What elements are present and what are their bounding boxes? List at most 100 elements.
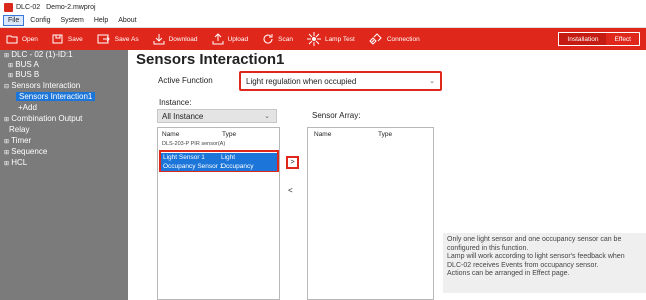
row-type: Occupancy <box>221 163 254 170</box>
download-button[interactable]: Download <box>153 33 198 45</box>
sidebar-tree: ⊞ DLC - 02 (1)-ID:1 ⊞ BUS A ⊞ BUS B ⊟ Se… <box>0 50 128 300</box>
menu-help[interactable]: Help <box>90 16 112 25</box>
effect-mode-button[interactable]: Effect <box>606 33 639 45</box>
info-line: Actions can be arranged in Effect page. <box>447 270 570 278</box>
installation-mode-button[interactable]: Installation <box>559 33 607 45</box>
tree-item-label: +Add <box>18 103 37 112</box>
project-name: Demo-2.mwproj <box>46 3 96 11</box>
active-function-select[interactable]: Light regulation when occupied ⌄ <box>239 71 442 91</box>
link-icon <box>369 33 382 45</box>
sensor-array-label: Sensor Array: <box>312 111 361 120</box>
toolbar: Open Save Save As Download Upload Scan L… <box>0 28 646 50</box>
info-text-box: Only one light sensor and one occupancy … <box>443 233 646 293</box>
tree-item-label: Relay <box>9 125 30 134</box>
tree-item-label: Combination Output <box>11 114 83 123</box>
tree-item-hcl[interactable]: ⊞ HCL <box>4 158 27 167</box>
chevron-down-icon: ⌄ <box>429 78 435 85</box>
instance-label: Instance: <box>159 98 192 107</box>
save-as-button-label: Save As <box>114 35 139 43</box>
open-button-label: Open <box>22 35 38 43</box>
menu-config[interactable]: Config <box>26 16 54 25</box>
expand-icon[interactable]: ⊞ <box>4 138 9 145</box>
tree-item-label: BUS B <box>15 70 40 79</box>
column-header-type: Type <box>222 131 237 138</box>
scan-icon <box>263 34 273 44</box>
selected-rows-highlight: Light Sensor 1 Light Occupancy Sensor 1 … <box>159 150 279 172</box>
column-header-name: Name <box>314 131 332 138</box>
tree-item-sensors-interaction[interactable]: ⊟ Sensors Interaction <box>4 81 80 90</box>
tree-item-combination-output[interactable]: ⊞ Combination Output <box>4 114 82 123</box>
list-item[interactable]: Occupancy Sensor 1 Occupancy <box>161 162 277 171</box>
tree-item-bus-a[interactable]: ⊞ BUS A <box>8 60 39 69</box>
download-icon <box>153 34 165 45</box>
info-line: DLC-02 receives Events from occupancy se… <box>447 261 599 269</box>
upload-button-label: Upload <box>227 35 249 43</box>
row-type: Light <box>221 154 236 161</box>
active-function-value: Light regulation when occupied <box>246 77 357 86</box>
expand-icon[interactable]: ⊞ <box>4 52 9 59</box>
tree-item-relay[interactable]: Relay <box>9 125 29 134</box>
window-title: DLC-02 <box>16 3 41 11</box>
open-button[interactable]: Open <box>6 34 38 44</box>
scan-button-label: Scan <box>278 35 293 43</box>
mode-toggle: Installation Effect <box>558 32 640 46</box>
active-function-label: Active Function <box>158 76 213 85</box>
row-name: Light Sensor 1 <box>163 154 205 161</box>
instance-group-label: DLS-203-P PIR sensor(A) <box>162 141 226 147</box>
tree-item-label: Sensors Interaction <box>11 81 81 90</box>
tree-item-label: Sequence <box>11 147 48 156</box>
chevron-down-icon: ⌄ <box>264 113 270 120</box>
upload-icon <box>212 33 224 45</box>
sensor-array-list[interactable]: Name Type <box>307 127 434 300</box>
expand-icon[interactable]: ⊞ <box>4 116 9 123</box>
tree-item-label: HCL <box>11 158 28 167</box>
tree-item-timer[interactable]: ⊞ Timer <box>4 136 31 145</box>
info-line: Lamp will work according to light sensor… <box>447 253 625 261</box>
expand-icon[interactable]: ⊞ <box>4 149 9 156</box>
tree-item-bus-b[interactable]: ⊞ BUS B <box>8 70 39 79</box>
move-left-button[interactable]: < <box>288 186 293 195</box>
column-header-name: Name <box>162 131 180 138</box>
tree-item-label: Sensors Interaction1 <box>19 92 93 101</box>
folder-icon <box>6 35 18 44</box>
page-title: Sensors Interaction1 <box>136 51 285 68</box>
instance-select-value: All Instance <box>162 112 204 121</box>
app-logo-icon <box>4 2 13 12</box>
tree-item-device[interactable]: ⊞ DLC - 02 (1)-ID:1 <box>4 50 73 59</box>
instance-list[interactable]: Name Type DLS-203-P PIR sensor(A) Light … <box>157 127 280 300</box>
instance-select[interactable]: All Instance ⌄ <box>157 109 277 123</box>
save-as-button[interactable]: Save As <box>97 34 139 44</box>
tree-item-label: BUS A <box>15 60 39 69</box>
tree-item-label: DLC - 02 (1)-ID:1 <box>11 50 73 59</box>
info-line: configured in this function. <box>447 244 529 252</box>
menu-about[interactable]: About <box>114 16 140 25</box>
lamp-test-button[interactable]: Lamp Test <box>306 32 355 46</box>
tree-item-add[interactable]: +Add <box>18 103 37 112</box>
expand-icon[interactable]: ⊞ <box>8 62 13 69</box>
scan-button[interactable]: Scan <box>262 33 293 45</box>
connection-button-label: Connection <box>386 35 420 43</box>
save-button-label: Save <box>67 35 83 43</box>
list-item[interactable]: Light Sensor 1 Light <box>161 153 277 162</box>
upload-button[interactable]: Upload <box>212 33 249 45</box>
title-bar: DLC-02 Demo-2.mwproj <box>0 0 646 14</box>
row-name: Occupancy Sensor 1 <box>163 163 224 170</box>
expand-icon[interactable]: ⊞ <box>4 160 9 167</box>
menu-system[interactable]: System <box>57 16 88 25</box>
move-right-button[interactable]: > <box>286 156 299 169</box>
menu-file[interactable]: File <box>3 15 25 26</box>
info-line: Only one light sensor and one occupancy … <box>447 236 622 243</box>
menu-bar: File Config System Help About <box>0 14 646 28</box>
tree-item-sensors-interaction-1[interactable]: Sensors Interaction1 <box>16 92 96 101</box>
lamp-test-button-label: Lamp Test <box>324 35 355 43</box>
lamp-icon <box>306 32 321 46</box>
collapse-icon[interactable]: ⊟ <box>4 83 9 90</box>
save-icon <box>52 34 63 44</box>
expand-icon[interactable]: ⊞ <box>8 72 13 79</box>
save-as-icon <box>97 34 110 44</box>
tree-item-sequence[interactable]: ⊞ Sequence <box>4 147 47 156</box>
save-button[interactable]: Save <box>52 34 83 44</box>
connection-button[interactable]: Connection <box>369 33 420 45</box>
tree-item-label: Timer <box>11 136 32 145</box>
column-header-type: Type <box>378 131 393 138</box>
